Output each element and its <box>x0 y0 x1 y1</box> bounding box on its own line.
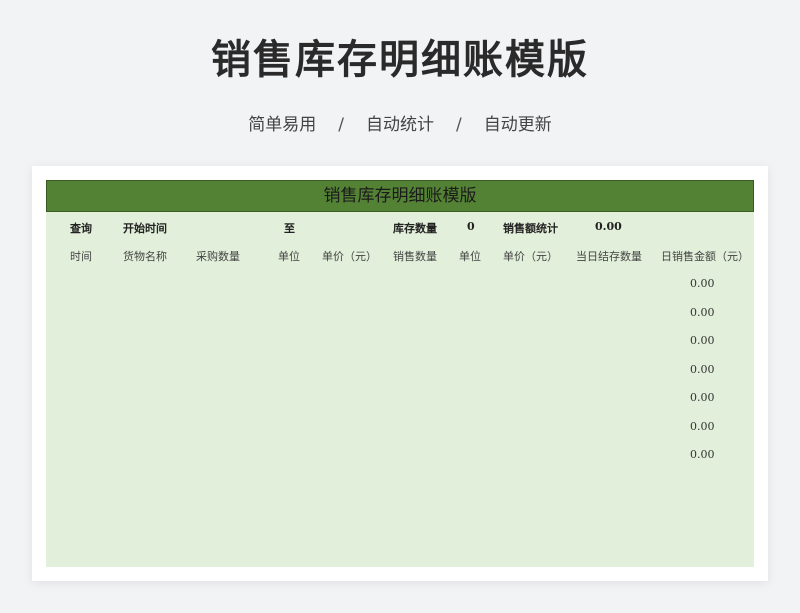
feature-item: 自动统计 <box>366 115 434 135</box>
column-header-purchase-qty: 采购数量 <box>196 250 240 263</box>
spreadsheet: 销售库存明细账模版 查询 开始时间 至 库存数量 0 销售额统计 0.00 时间… <box>46 180 754 567</box>
stock-qty-label: 库存数量 <box>393 222 437 235</box>
separator: / <box>338 115 344 135</box>
column-header-time: 时间 <box>70 250 92 263</box>
daily-sales-cell: 0.00 <box>690 277 715 290</box>
column-header-unit-price: 单价（元） <box>503 250 558 263</box>
feature-tagline: 简单易用 / 自动统计 / 自动更新 <box>0 112 800 138</box>
daily-sales-cell: 0.00 <box>690 448 715 461</box>
sheet-title: 销售库存明细账模版 <box>46 180 754 212</box>
feature-item: 简单易用 <box>248 115 317 135</box>
separator: / <box>456 115 462 135</box>
daily-sales-cell: 0.00 <box>690 306 715 319</box>
column-header-ending-stock: 当日结存数量 <box>576 250 642 263</box>
daily-sales-cell: 0.00 <box>690 420 715 433</box>
daily-sales-cell: 0.00 <box>690 334 715 347</box>
start-time-label[interactable]: 开始时间 <box>123 220 167 236</box>
column-header-goods-name: 货物名称 <box>123 250 167 263</box>
sales-total-label: 销售额统计 <box>503 222 558 235</box>
query-label: 查询 <box>70 222 92 235</box>
to-label: 至 <box>284 222 295 235</box>
column-header-daily-sales: 日销售金额（元） <box>661 250 749 263</box>
column-header-sales-qty: 销售数量 <box>393 250 437 263</box>
column-header-unit: 单位 <box>459 250 481 263</box>
sales-total-value: 0.00 <box>595 220 622 233</box>
column-header-unit-price: 单价（元） <box>322 250 377 263</box>
stock-qty-value: 0 <box>467 220 475 233</box>
column-header-unit: 单位 <box>278 250 300 263</box>
daily-sales-cell: 0.00 <box>690 391 715 404</box>
page-title: 销售库存明细账模版 <box>211 37 589 83</box>
feature-item: 自动更新 <box>483 115 552 135</box>
daily-sales-cell: 0.00 <box>690 363 715 376</box>
